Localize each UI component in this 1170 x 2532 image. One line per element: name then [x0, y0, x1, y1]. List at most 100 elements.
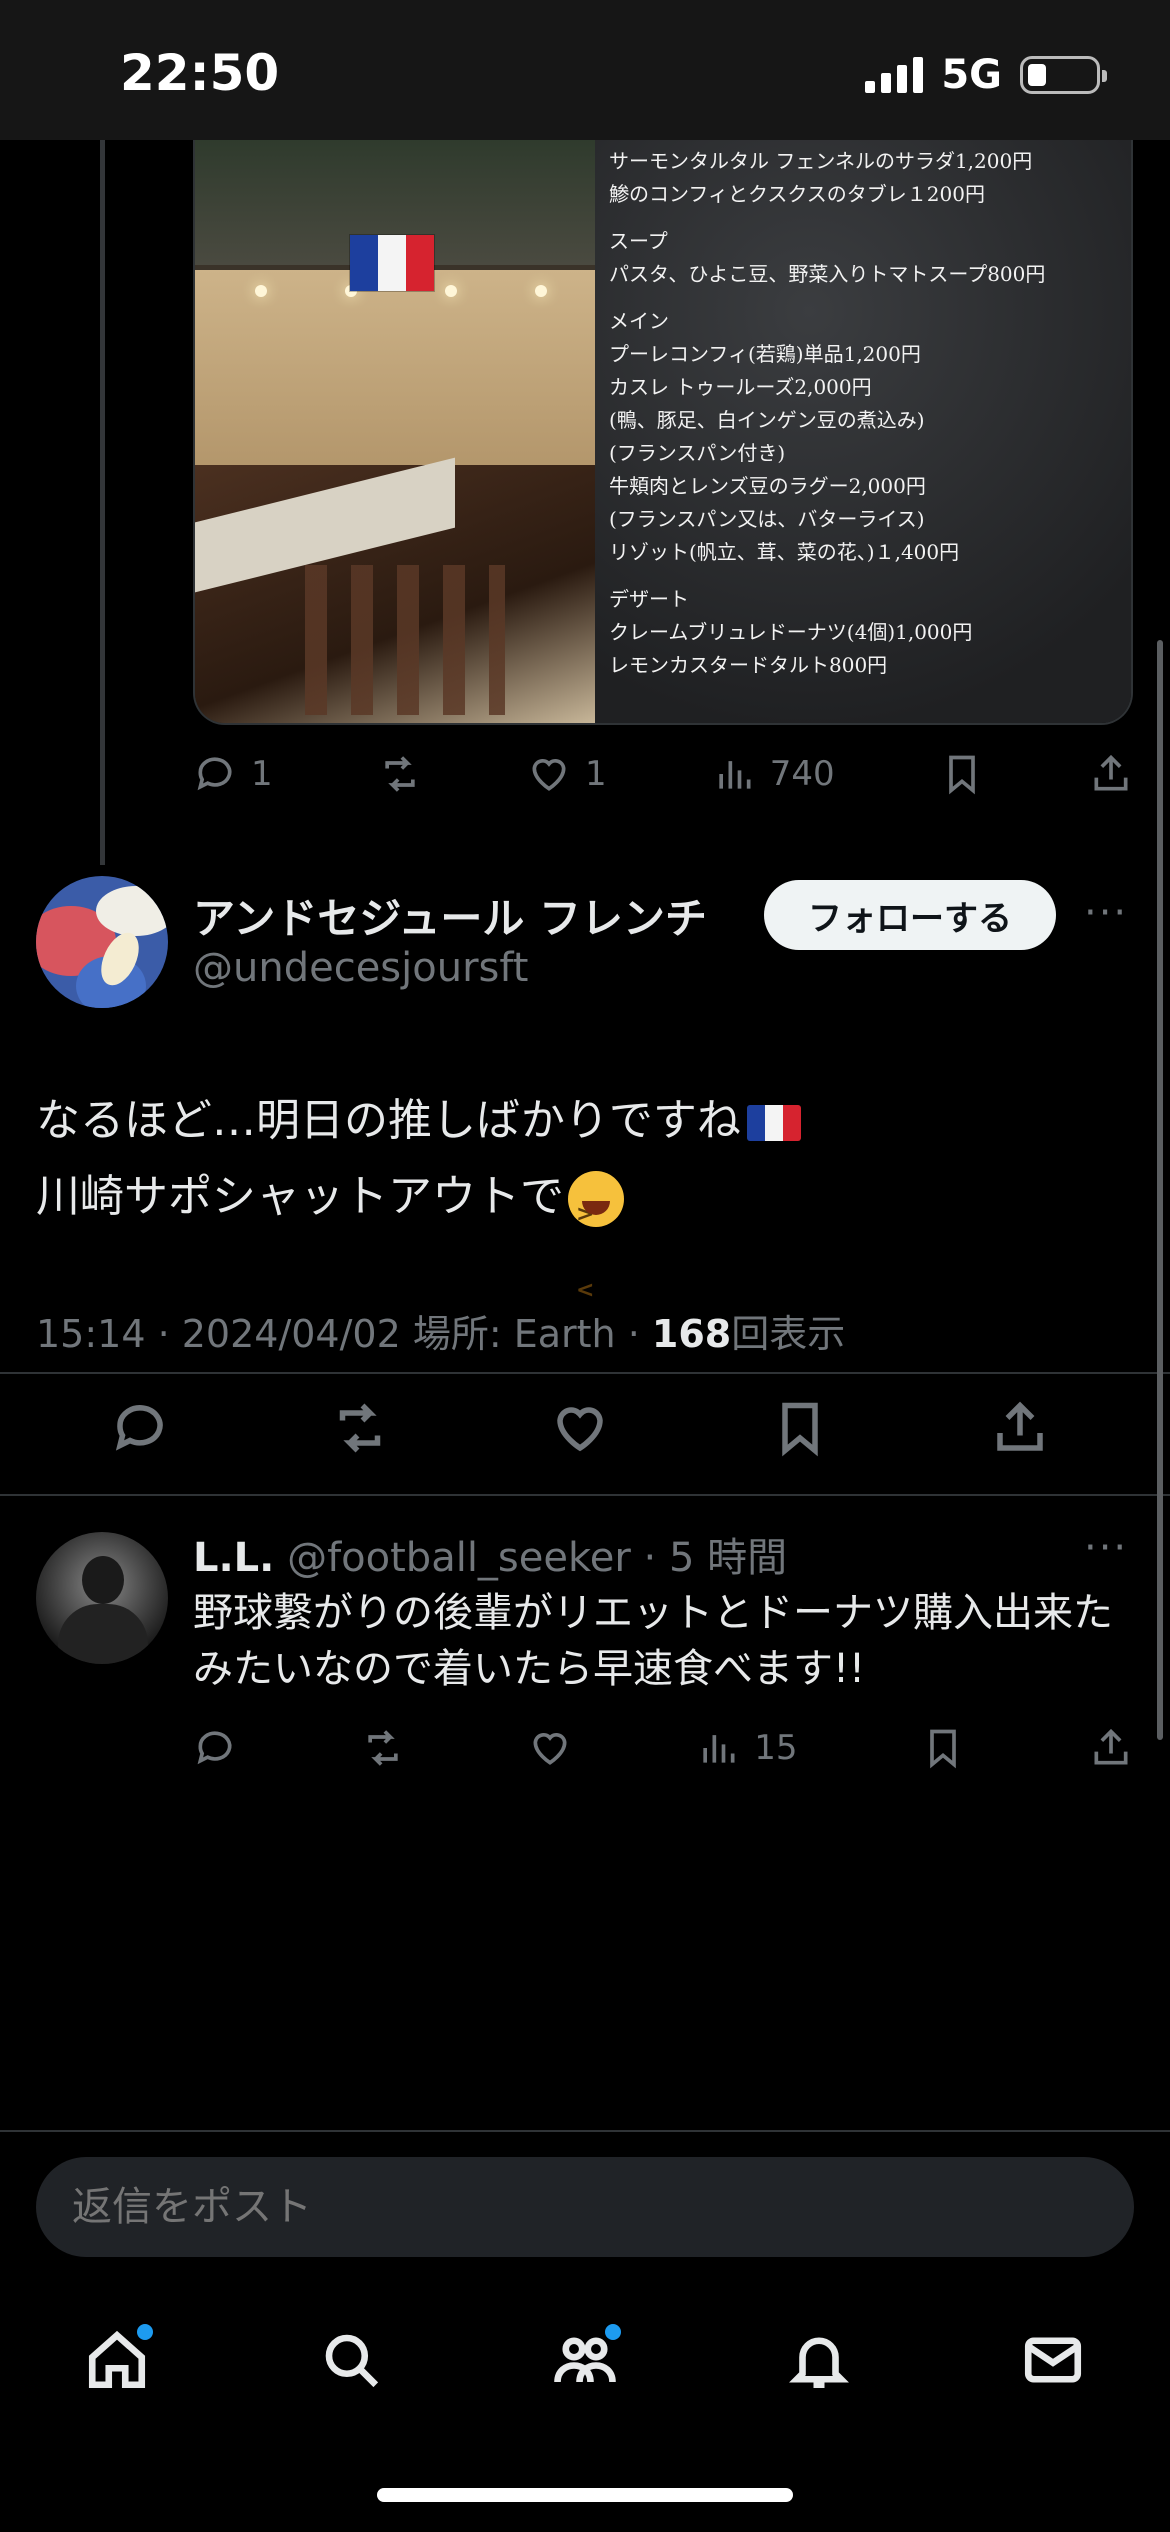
- repost-button[interactable]: [378, 752, 422, 796]
- menu-line: パスタ、ひよこ豆、野菜入りトマトスープ800円: [609, 262, 1046, 286]
- more-options-icon[interactable]: ···: [1084, 890, 1128, 936]
- menu-line: (フランスパン付き): [609, 441, 786, 465]
- thread-line: [100, 140, 105, 865]
- tweet-metadata: 15:14 · 2024/04/02 場所: Earth · 168回表示: [36, 1303, 845, 1358]
- tab-search[interactable]: [311, 2320, 391, 2400]
- french-flag-emoji-icon: [746, 1105, 801, 1141]
- menu-board: サーモンタルタル フェンネルのサラダ1,200円 鯵のコンフィとクスクスのタブレ…: [595, 135, 1131, 723]
- signal-icon: [865, 57, 924, 93]
- tab-communities[interactable]: [545, 2320, 625, 2400]
- tweet-timestamp: 15:14 · 2024/04/02 場所: Earth ·: [36, 1312, 652, 1356]
- menu-line: リゾット(帆立、茸、菜の花、)１,400円: [609, 540, 960, 564]
- bookmark-icon[interactable]: [770, 1398, 830, 1458]
- like-button[interactable]: 1: [527, 752, 607, 796]
- tweet-text-line: なるほど…明日の推しばかりですね: [36, 1095, 741, 1146]
- share-icon: [1094, 1728, 1128, 1765]
- reply-time: · 5 時間: [643, 1535, 788, 1581]
- reply-avatar[interactable]: [36, 1532, 168, 1664]
- bookmark-icon: [948, 755, 975, 795]
- notification-dot: [137, 2324, 153, 2340]
- reply-count: 1: [251, 754, 273, 794]
- tab-home[interactable]: [77, 2320, 157, 2400]
- view-count[interactable]: 168: [652, 1312, 731, 1356]
- focus-tweet-actions: [110, 1398, 1050, 1458]
- reply-icon[interactable]: [110, 1398, 170, 1458]
- like-icon[interactable]: [550, 1398, 610, 1458]
- status-time: 22:50: [120, 44, 280, 102]
- restaurant-photo: [195, 135, 595, 723]
- reply-display-name[interactable]: L.L.: [193, 1535, 274, 1581]
- share-button[interactable]: [1089, 1726, 1133, 1770]
- reply-icon: [197, 757, 232, 791]
- bookmark-icon: [930, 1729, 957, 1769]
- menu-line: デザート: [609, 587, 689, 611]
- bottom-tab-bar: [0, 2290, 1170, 2430]
- share-icon[interactable]: [990, 1398, 1050, 1458]
- bookmark-button[interactable]: [921, 1726, 965, 1770]
- views-icon: [703, 1735, 735, 1763]
- share-button[interactable]: [1089, 752, 1133, 796]
- status-bar: 22:50 5G: [0, 0, 1170, 140]
- tab-messages[interactable]: [1013, 2320, 1093, 2400]
- repost-icon: [368, 1730, 398, 1766]
- reply-button[interactable]: [193, 1726, 237, 1770]
- menu-line: クレームブリュレドーナツ(4個)1,000円: [609, 620, 973, 644]
- battery-icon: [1020, 56, 1107, 94]
- reply-handle[interactable]: @football_seeker: [287, 1535, 631, 1581]
- divider: [0, 1372, 1170, 1374]
- views-icon: [719, 761, 751, 789]
- messages-icon: [1024, 2337, 1082, 2383]
- reply-input[interactable]: [36, 2157, 1134, 2257]
- menu-line: レモンカスタードタルト800円: [609, 653, 888, 677]
- like-icon: [532, 759, 566, 791]
- tab-notifications[interactable]: [779, 2320, 859, 2400]
- views-button[interactable]: 740: [712, 752, 835, 796]
- menu-line: 牛頬肉とレンズ豆のラグー2,000円: [609, 474, 926, 498]
- menu-line: スープ: [609, 229, 668, 253]
- menu-line: メイン: [609, 309, 669, 333]
- view-count: 740: [769, 754, 835, 794]
- menu-line: カスレ トゥールーズ2,000円: [609, 375, 872, 399]
- follow-button[interactable]: フォローする: [764, 880, 1056, 950]
- repost-button[interactable]: [361, 1726, 405, 1770]
- reply-header: L.L. @football_seeker · 5 時間: [193, 1525, 787, 1583]
- divider: [0, 2130, 1170, 2132]
- menu-line: サーモンタルタル フェンネルのサラダ1,200円: [609, 149, 1033, 173]
- status-indicators: 5G: [865, 52, 1107, 98]
- search-icon: [325, 2334, 379, 2388]
- reply-button[interactable]: 1: [193, 752, 273, 796]
- laughing-emoji-icon: [568, 1171, 624, 1329]
- french-flag-icon: [350, 235, 434, 291]
- home-indicator[interactable]: [377, 2488, 793, 2502]
- tweet-text: なるほど…明日の推しばかりですね 川崎サポシャットアウトで: [36, 1083, 1136, 1329]
- reply-actions: 15: [193, 1718, 1133, 1778]
- notification-dot: [605, 2324, 621, 2340]
- user-handle[interactable]: @undecesjoursft: [193, 945, 528, 991]
- reply-more-options-icon[interactable]: ···: [1084, 1525, 1128, 1571]
- like-icon: [533, 1733, 567, 1765]
- divider: [0, 1494, 1170, 1496]
- scrollbar[interactable]: [1157, 640, 1163, 1740]
- views-label: 回表示: [731, 1312, 846, 1356]
- view-count: 15: [754, 1728, 798, 1768]
- notifications-icon: [789, 2337, 849, 2389]
- avatar[interactable]: [36, 876, 168, 1008]
- repost-icon[interactable]: [330, 1398, 390, 1458]
- reply-icon: [197, 1731, 232, 1765]
- display-name[interactable]: アンドセジュール フレンチ: [193, 885, 707, 946]
- network-type: 5G: [941, 52, 1002, 98]
- repost-icon: [385, 756, 415, 792]
- share-icon: [1094, 754, 1128, 791]
- menu-line: プーレコンフィ(若鶏)単品1,200円: [609, 342, 921, 366]
- tweet-media-image[interactable]: サーモンタルタル フェンネルのサラダ1,200円 鯵のコンフィとクスクスのタブレ…: [193, 135, 1133, 725]
- menu-line: 鯵のコンフィとクスクスのタブレ１200円: [609, 182, 985, 206]
- tweet-text-line: 川崎サポシャットアウトで: [36, 1171, 564, 1222]
- menu-line: (鴨、豚足、白インゲン豆の煮込み): [609, 408, 925, 432]
- like-count: 1: [584, 754, 607, 794]
- reply-text: 野球繋がりの後輩がリエットとドーナツ購入出来たみたいなので着いたら早速食べます!…: [193, 1590, 1113, 1692]
- prev-tweet-actions: 1 1 740: [193, 744, 1133, 804]
- menu-line: (フランスパン又は、バターライス): [609, 507, 925, 531]
- views-button[interactable]: 15: [696, 1726, 797, 1770]
- bookmark-button[interactable]: [940, 752, 984, 796]
- like-button[interactable]: [528, 1726, 572, 1770]
